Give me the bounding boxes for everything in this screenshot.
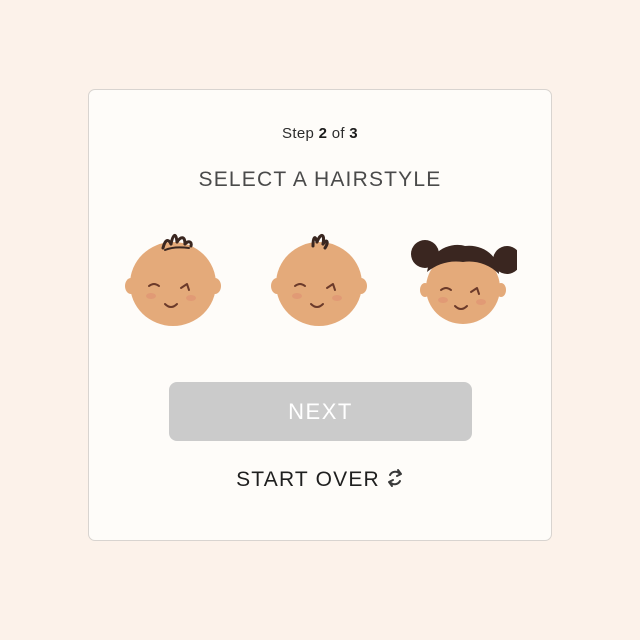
step-total: 3 <box>349 125 358 142</box>
baby-face-short-tuft-icon <box>125 234 221 326</box>
hairstyle-option-two-buns[interactable] <box>409 224 517 332</box>
page-title: SELECT A HAIRSTYLE <box>198 168 442 191</box>
step-separator: of <box>331 125 345 142</box>
hairstyle-card: Step 2 of 3 SELECT A HAIRSTYLE NEXT STAR… <box>88 89 552 541</box>
step-current: 2 <box>318 125 328 142</box>
start-over-label: START OVER <box>236 468 380 491</box>
baby-face-single-tuft-icon <box>271 234 367 326</box>
next-button[interactable]: NEXT <box>169 382 472 441</box>
start-over-button[interactable]: START OVER <box>89 468 551 494</box>
refresh-icon <box>386 468 404 494</box>
step-indicator: Step 2 of 3 <box>89 125 551 142</box>
step-prefix: Step <box>282 125 315 142</box>
hairstyle-option-single-tuft[interactable] <box>265 224 373 332</box>
hairstyle-option-short-tuft[interactable] <box>119 224 227 332</box>
hairstyle-options <box>89 224 551 334</box>
baby-face-two-buns-icon <box>411 240 517 324</box>
